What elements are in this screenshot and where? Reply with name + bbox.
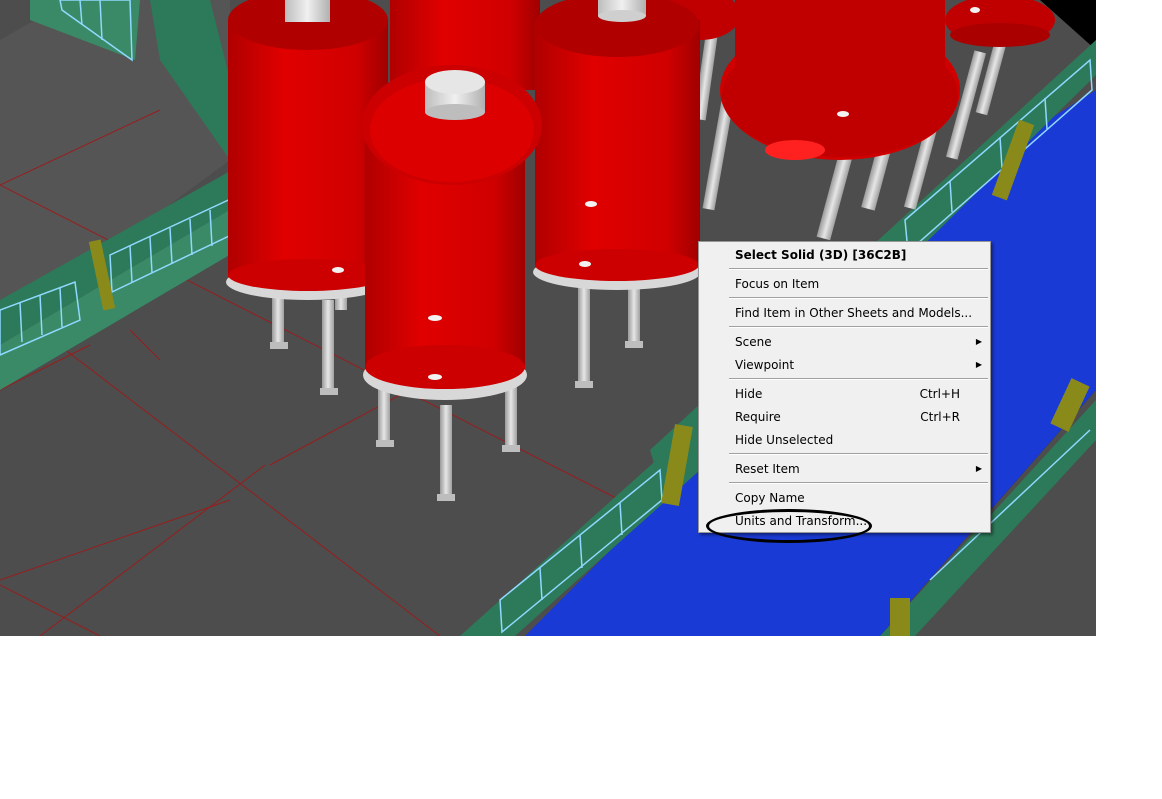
menu-item-label: Units and Transform... (735, 514, 868, 528)
menu-item-scene[interactable]: Scene ▶ (735, 333, 982, 351)
menu-item-label: Copy Name (735, 491, 805, 505)
menu-separator (729, 378, 988, 380)
menu-item-label: Select Solid (3D) [36C2B] (735, 248, 907, 262)
menu-item-find-item[interactable]: Find Item in Other Sheets and Models... (735, 304, 982, 322)
menu-item-require[interactable]: Require Ctrl+R (735, 408, 982, 426)
menu-item-copy-name[interactable]: Copy Name (735, 489, 982, 507)
menu-item-hide-unselected[interactable]: Hide Unselected (735, 431, 982, 449)
submenu-arrow-icon: ▶ (975, 337, 982, 346)
menu-item-label: Require (735, 410, 781, 424)
menu-separator (729, 326, 988, 328)
context-menu: Select Solid (3D) [36C2B] Focus on Item … (698, 241, 991, 533)
menu-item-units-and-transform[interactable]: Units and Transform... (735, 512, 982, 530)
menu-separator (729, 268, 988, 270)
submenu-arrow-icon: ▶ (975, 464, 982, 473)
menu-item-label: Viewpoint (735, 358, 795, 372)
menu-item-label: Hide Unselected (735, 433, 834, 447)
menu-item-focus-on-item[interactable]: Focus on Item (735, 275, 982, 293)
menu-item-label: Focus on Item (735, 277, 820, 291)
menu-separator (729, 453, 988, 455)
menu-separator (729, 297, 988, 299)
menu-item-label: Reset Item (735, 462, 800, 476)
menu-item-label: Scene (735, 335, 772, 349)
menu-item-reset-item[interactable]: Reset Item ▶ (735, 460, 982, 478)
submenu-arrow-icon: ▶ (975, 360, 982, 369)
menu-item-select-solid[interactable]: Select Solid (3D) [36C2B] (735, 246, 982, 264)
menu-item-hide[interactable]: Hide Ctrl+H (735, 385, 982, 403)
menu-item-shortcut: Ctrl+H (919, 387, 960, 401)
menu-item-label: Find Item in Other Sheets and Models... (735, 306, 973, 320)
menu-separator (729, 482, 988, 484)
menu-item-label: Hide (735, 387, 763, 401)
menu-item-viewpoint[interactable]: Viewpoint ▶ (735, 356, 982, 374)
menu-item-shortcut: Ctrl+R (920, 410, 960, 424)
